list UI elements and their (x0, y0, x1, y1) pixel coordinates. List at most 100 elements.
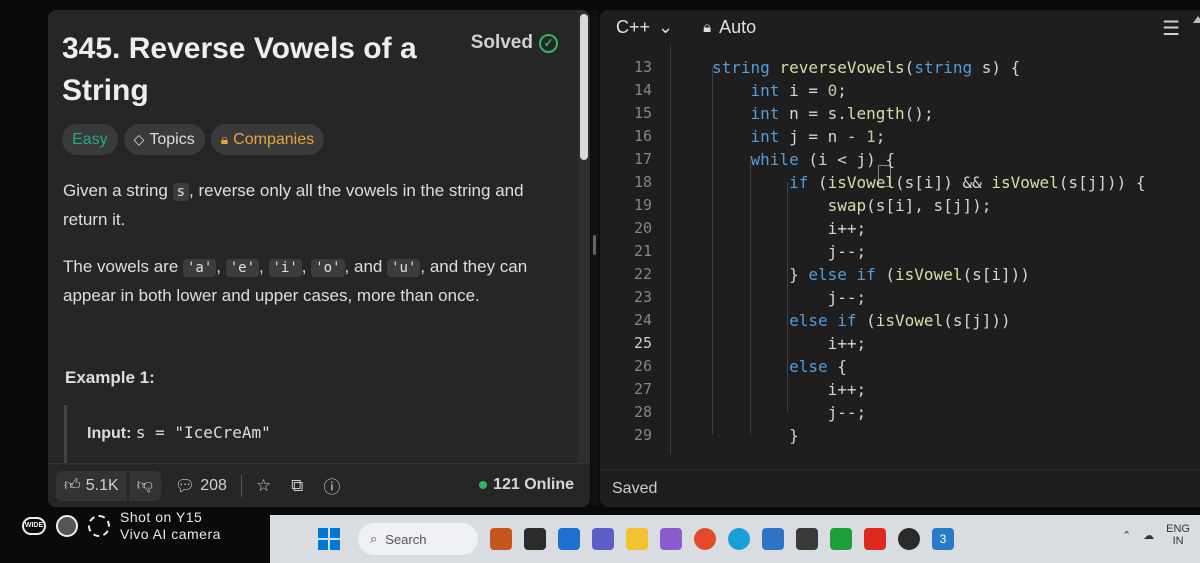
inline-code: 'i' (268, 259, 302, 277)
inline-code: s (172, 183, 190, 201)
format-menu-icon[interactable]: ☰ (1162, 16, 1180, 41)
gutter-border (670, 44, 671, 454)
watermark-line1: Shot on Y15 (120, 509, 203, 525)
system-tray: ⌃ ☁︎ ENG IN (1122, 523, 1190, 547)
drag-handle-icon[interactable] (593, 235, 596, 255)
line-number: 23 (633, 288, 652, 306)
footer-divider (240, 474, 242, 497)
code-area[interactable]: string reverseVowels(string s) { int i =… (672, 44, 1182, 454)
line-number: 19 (633, 196, 652, 214)
code-line: if (isVowel(s[i]) && isVowel(s[j])) { (789, 173, 1146, 192)
line-number: 25 (633, 334, 652, 352)
taskbar-search[interactable]: ⌕ Search (358, 523, 478, 555)
code-line: i++; (712, 334, 867, 353)
code-line: int i = 0; (750, 81, 847, 100)
dislike-button[interactable]: 👎︎ (128, 470, 161, 501)
file-explorer-icon[interactable] (626, 528, 648, 550)
copilot-icon[interactable] (660, 528, 682, 550)
code-line: i++; (712, 380, 867, 399)
example-input-value: s = "IceCreAm" (135, 423, 271, 442)
comments-button[interactable]: 💬︎ 208 (175, 471, 227, 501)
line-number: 29 (633, 426, 652, 444)
comment-icon: 💬︎ (174, 477, 196, 495)
line-number: 22 (633, 265, 652, 283)
notification-app-icon[interactable]: 3 (932, 528, 954, 550)
language-select[interactable]: C++ ⌄ (616, 17, 673, 38)
thumbs-down-icon: 👎︎ (136, 477, 153, 494)
xbox-icon[interactable] (830, 528, 852, 550)
line-number: 16 (633, 127, 652, 145)
code-line: } else if (isVowel(s[i])) (712, 265, 1030, 284)
lens-icon (56, 515, 78, 537)
line-number: 26 (633, 357, 652, 375)
line-number: 13 (633, 58, 652, 76)
code-line: while (i < j) { (750, 150, 896, 169)
problem-tags: Easy ◇ Topics 🔒︎ Companies (62, 124, 325, 155)
solved-status: Solved ✓ (471, 32, 558, 54)
chrome-icon[interactable] (694, 528, 716, 550)
chevron-down-icon: ⌄ (658, 16, 674, 37)
editor-toolbar: C++ ⌄ 🔒︎ Auto ☰ (600, 10, 1200, 44)
inline-code: 'u' (387, 259, 421, 277)
app-icon[interactable] (796, 528, 818, 550)
line-number: 21 (633, 242, 652, 260)
save-status: Saved (612, 479, 658, 497)
cloud-icon[interactable]: ☁︎ (1143, 529, 1154, 542)
example-block: Input: s = "IceCreAm" (64, 405, 534, 465)
tag-icon: ◇ (133, 131, 145, 147)
widgets-icon[interactable] (490, 528, 512, 550)
github-icon[interactable] (898, 528, 920, 550)
code-line: string reverseVowels(string s) { (712, 58, 1021, 77)
line-number-gutter: 13 14 15 16 17 18 19 20 21 22 23 24 25 26 27 28 29 (600, 44, 662, 454)
line-number: 14 (633, 81, 652, 99)
problem-footer: 👍︎ 5.1K 👎︎ 💬︎ 208 ☆ ⧉ ⓘ 121 Online (48, 463, 590, 507)
companies-tag[interactable]: 🔒︎ Companies (210, 124, 325, 155)
panel-splitter[interactable] (591, 10, 599, 507)
teams-icon[interactable] (592, 528, 614, 550)
inline-code: 'a' (183, 259, 217, 277)
star-icon[interactable]: ☆ (256, 476, 271, 496)
lock-icon: 🔒︎ (703, 18, 712, 36)
check-circle-icon: ✓ (539, 33, 558, 53)
share-icon[interactable]: ⧉ (291, 476, 303, 496)
help-icon[interactable]: ⓘ (323, 473, 340, 498)
editor-app-icon[interactable] (558, 528, 580, 550)
line-number: 20 (633, 219, 652, 237)
auto-mode[interactable]: 🔒︎ Auto (703, 17, 756, 38)
example-title: Example 1: (65, 368, 155, 387)
like-button[interactable]: 👍︎ 5.1K (56, 470, 127, 501)
store-icon[interactable] (762, 528, 784, 550)
example-input-label: Input: (87, 425, 132, 442)
difficulty-tag[interactable]: Easy (62, 124, 118, 155)
scroll-up-icon[interactable] (1193, 16, 1200, 23)
problem-description: Given a string s, reverse only all the v… (63, 181, 524, 229)
code-line: j--; (712, 288, 867, 307)
code-line: int j = n - 1; (750, 127, 886, 146)
description-scrollbar[interactable] (578, 10, 590, 475)
code-line: j--; (712, 403, 867, 422)
code-editor-panel: C++ ⌄ 🔒︎ Auto ☰ 13 14 15 16 17 18 19 20 21 22 23 24… (600, 10, 1200, 507)
search-icon: ⌕ (370, 531, 378, 546)
line-number: 18 (633, 173, 652, 191)
line-number: 15 (633, 104, 652, 122)
taskview-icon[interactable] (524, 528, 546, 550)
chevron-up-icon[interactable]: ⌃ (1122, 529, 1131, 542)
code-line: else if (isVowel(s[j])) (789, 311, 1011, 330)
windows-start-icon[interactable] (318, 528, 340, 550)
camera-watermark: WIDE Shot on Y15 Vivo AI camera (22, 506, 221, 546)
windows-taskbar: ⌕ Search 3 ⌃ ☁︎ ENG IN (270, 515, 1200, 563)
scrollbar-thumb[interactable] (580, 14, 588, 160)
watermark-line2: Vivo AI camera (120, 526, 221, 542)
vowels-description: The vowels are 'a', 'e', 'i', 'o', and '… (63, 257, 528, 305)
code-line: int n = s.length(); (750, 104, 934, 123)
edge-icon[interactable] (728, 528, 750, 550)
wide-badge: WIDE (22, 517, 46, 535)
code-line: i++; (712, 219, 867, 238)
line-number: 28 (633, 403, 652, 421)
topics-tag[interactable]: ◇ Topics (123, 124, 205, 155)
editor-footer: Saved (600, 469, 1200, 507)
code-line: j--; (712, 242, 867, 261)
youtube-icon[interactable] (864, 528, 886, 550)
thumbs-up-icon: 👍︎ (64, 477, 81, 494)
language-indicator[interactable]: ENG IN (1166, 523, 1190, 547)
